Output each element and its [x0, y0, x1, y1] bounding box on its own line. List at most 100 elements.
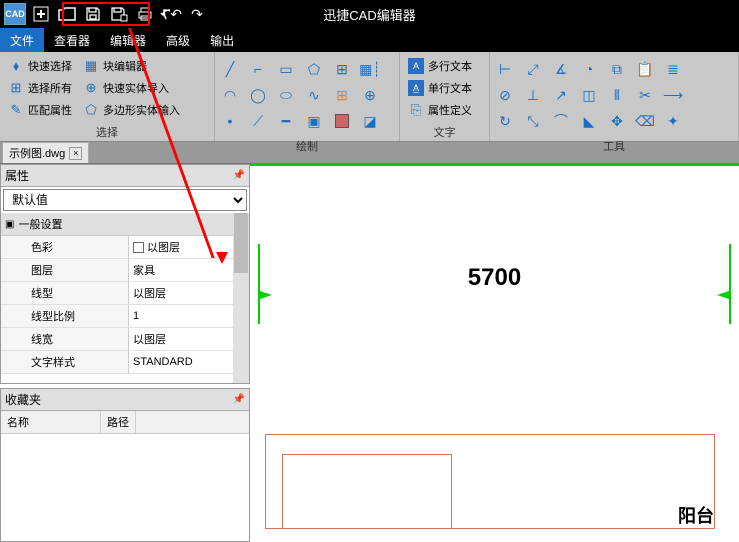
erase-icon[interactable]: ⌫ [634, 110, 656, 132]
multiline-text-label: 多行文本 [428, 58, 472, 74]
dimension-ext-right [729, 244, 731, 324]
fav-col-name[interactable]: 名称 [1, 411, 101, 433]
prop-group-general[interactable]: 一般设置 [1, 213, 249, 236]
leader-icon[interactable]: ↗ [550, 84, 572, 106]
multiline-text-button[interactable]: A多行文本 [404, 56, 485, 76]
singleline-text-button[interactable]: A̲单行文本 [404, 78, 485, 98]
attr-def-button[interactable]: ⎘属性定义 [404, 100, 485, 120]
document-tab-close-icon[interactable]: × [69, 147, 82, 160]
tools-grid: ⊢ ⤢ ∡ ◔ ⧉ 📋 ≣ ⊘ ⊥ ↗ ◫ ⫴ ✂ ⟶ ↻ ⤡ ⌒ ◣ ✥ ⌫ … [490, 54, 738, 136]
menu-advanced[interactable]: 高级 [156, 28, 200, 52]
revcloud-tool-icon[interactable]: ⊕ [359, 84, 381, 106]
redo-button[interactable]: ↷ [186, 3, 208, 25]
select-all-button[interactable]: ⊞选择所有 [4, 78, 76, 98]
undo-button[interactable]: ↶ [160, 3, 182, 25]
trim-icon[interactable]: ✂ [634, 84, 656, 106]
document-tab[interactable]: 示例图.dwg × [2, 142, 89, 163]
extend-icon[interactable]: ⟶ [662, 84, 684, 106]
paste-icon[interactable]: 📋 [634, 58, 656, 80]
dim-ordinate-icon[interactable]: ⊥ [522, 84, 544, 106]
xline-tool-icon[interactable]: ━ [275, 110, 297, 132]
dimension-arrow-left [260, 291, 272, 299]
line-tool-icon[interactable]: ╱ [219, 58, 241, 80]
saveas-button[interactable] [108, 3, 130, 25]
dim-angular-icon[interactable]: ∡ [550, 58, 572, 80]
properties-scrollbar[interactable] [233, 213, 249, 383]
ellipse-tool-icon[interactable]: ⬭ [275, 84, 297, 106]
menu-viewer[interactable]: 查看器 [44, 28, 100, 52]
pin-icon[interactable]: 📌 [233, 394, 245, 405]
menu-output[interactable]: 输出 [200, 28, 244, 52]
rotate-icon[interactable]: ↻ [494, 110, 516, 132]
table-tool-icon[interactable]: ⊞ [331, 84, 353, 106]
prop-row-ltscale[interactable]: 线型比例 1 [1, 305, 249, 328]
drawing-canvas[interactable]: 5700 阳台 [250, 164, 739, 530]
document-tab-name: 示例图.dwg [9, 145, 65, 161]
mirror-icon[interactable]: ◫ [578, 84, 600, 106]
explode-icon[interactable]: ✦ [662, 110, 684, 132]
draw-tools-grid: ╱ ⌐ ▭ ⬠ ⊞ ▦┊ ◠ ◯ ⬭ ∿ ⊞ ⊕ • ⟋ ━ ▣ ◪ [215, 54, 399, 136]
block-editor-label: 块编辑器 [103, 58, 147, 74]
dim-aligned-icon[interactable]: ⤢ [522, 58, 544, 80]
dim-radius-icon[interactable]: ◔ [578, 58, 600, 80]
app-title: 迅捷CAD编辑器 [323, 5, 415, 24]
spline-tool-icon[interactable]: ∿ [303, 84, 325, 106]
quick-select-label: 快速选择 [28, 58, 72, 74]
pin-icon[interactable]: 📌 [233, 170, 245, 181]
prop-row-color[interactable]: 色彩 以图层 [1, 236, 249, 259]
polyline-tool-icon[interactable]: ⌐ [247, 58, 269, 80]
menu-editor[interactable]: 编辑器 [100, 28, 156, 52]
quick-select-button[interactable]: ⬧快速选择 [4, 56, 76, 76]
ribbon-group-select-label: 选择 [0, 122, 214, 142]
arc-tool-icon[interactable]: ◠ [219, 84, 241, 106]
copy-icon[interactable]: ⧉ [606, 58, 628, 80]
print-button[interactable] [134, 3, 156, 25]
ribbon: ⬧快速选择 ▦块编辑器 ⊞选择所有 ⊕快速实体导入 ✎匹配属性 ⬠多边形实体输入… [0, 52, 739, 142]
open-button[interactable] [56, 3, 78, 25]
prop-row-linetype[interactable]: 线型 以图层 [1, 282, 249, 305]
fav-col-path[interactable]: 路径 [101, 411, 136, 433]
image-tool-icon[interactable]: ◪ [359, 110, 381, 132]
ray-tool-icon[interactable]: ⟋ [247, 110, 269, 132]
rect-tool-icon[interactable]: ▭ [275, 58, 297, 80]
dim-diameter-icon[interactable]: ⊘ [494, 84, 516, 106]
polygon-tool-icon[interactable]: ⬠ [303, 58, 325, 80]
poly-entity-import-label: 多边形实体输入 [103, 102, 180, 118]
chamfer-icon[interactable]: ◣ [578, 110, 600, 132]
layer-icon[interactable]: ≣ [662, 58, 684, 80]
dim-linear-icon[interactable]: ⊢ [494, 58, 516, 80]
block-editor-button[interactable]: ▦块编辑器 [79, 56, 151, 76]
dimension-text: 5700 [468, 264, 521, 292]
favorites-panel: 收藏夹 📌 名称 路径 [0, 388, 250, 542]
move-icon[interactable]: ✥ [606, 110, 628, 132]
fast-entity-import-label: 快速实体导入 [103, 80, 169, 96]
prop-row-textstyle[interactable]: 文字样式 STANDARD [1, 351, 249, 374]
checkbox-icon [133, 242, 144, 253]
app-logo[interactable]: CAD [4, 3, 26, 25]
save-button[interactable] [82, 3, 104, 25]
match-props-label: 匹配属性 [28, 102, 72, 118]
room-outline-inner [282, 454, 452, 529]
match-props-button[interactable]: ✎匹配属性 [4, 100, 76, 120]
prop-row-layer[interactable]: 图层 家具 [1, 259, 249, 282]
menu-file[interactable]: 文件 [0, 28, 44, 52]
new-button[interactable] [30, 3, 52, 25]
block-insert-icon[interactable] [331, 110, 353, 132]
dimension-arrow-right [717, 291, 729, 299]
scale-icon[interactable]: ⤡ [522, 110, 544, 132]
prop-row-lineweight[interactable]: 线宽 以图层 [1, 328, 249, 351]
fillet-icon[interactable]: ⌒ [550, 110, 572, 132]
circle-tool-icon[interactable]: ◯ [247, 84, 269, 106]
offset-icon[interactable]: ⫴ [606, 84, 628, 106]
favorites-panel-title: 收藏夹 [5, 391, 41, 408]
object-type-dropdown[interactable]: 默认值 [3, 189, 247, 211]
box-tool-icon[interactable]: ▣ [303, 110, 325, 132]
select-all-label: 选择所有 [28, 80, 72, 96]
point-tool-icon[interactable]: • [219, 110, 241, 132]
singleline-text-label: 单行文本 [428, 80, 472, 96]
align-tool-icon[interactable]: ⊞ [331, 58, 353, 80]
hatch-tool-icon[interactable]: ▦┊ [359, 58, 381, 80]
titlebar: CAD ↶ ↷ 迅捷CAD编辑器 [0, 0, 739, 28]
fast-entity-import-button[interactable]: ⊕快速实体导入 [79, 78, 173, 98]
poly-entity-import-button[interactable]: ⬠多边形实体输入 [79, 100, 184, 120]
